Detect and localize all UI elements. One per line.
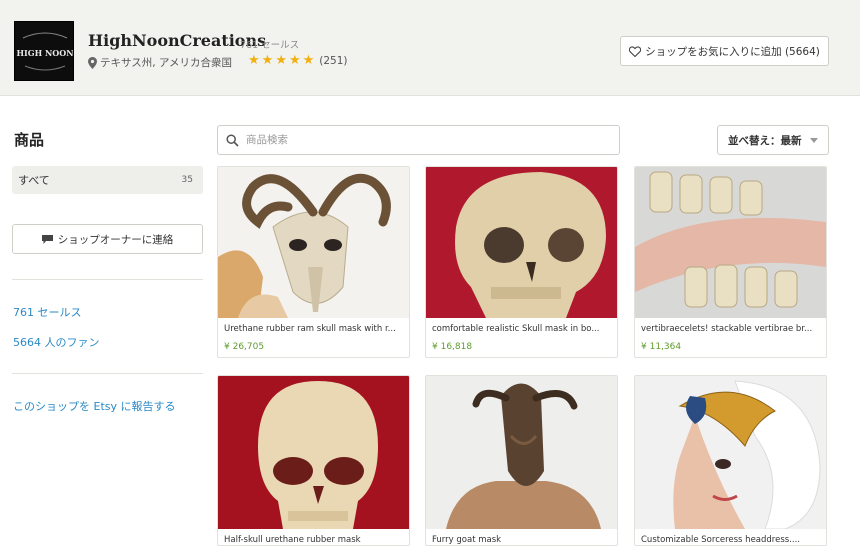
- svg-text:HIGH NOON: HIGH NOON: [16, 48, 73, 58]
- shop-logo-image: HIGH NOON: [15, 22, 73, 80]
- divider: [12, 373, 203, 374]
- report-shop-link[interactable]: このショップを Etsy に報告する: [13, 398, 176, 414]
- favorite-shop-button[interactable]: ショップをお気に入りに追加 (5664): [620, 36, 829, 66]
- section-title: 商品: [14, 131, 45, 149]
- listing-image[interactable]: [218, 167, 409, 318]
- listing-image[interactable]: [635, 167, 826, 318]
- pin-icon: [88, 56, 97, 69]
- listing-card[interactable]: Half-skull urethane rubber mask: [217, 375, 410, 546]
- sort-label: 並べ替え：最新: [728, 134, 802, 147]
- listing-title[interactable]: Half-skull urethane rubber mask: [224, 535, 406, 545]
- sort-select[interactable]: 並べ替え：最新: [717, 125, 829, 155]
- listing-title[interactable]: comfortable realistic Skull mask in bo..…: [432, 324, 614, 334]
- listing-image[interactable]: [635, 376, 826, 529]
- category-all-count: 35: [181, 175, 193, 185]
- listing-image[interactable]: [426, 167, 617, 318]
- listing-title[interactable]: Urethane rubber ram skull mask with r...: [224, 324, 406, 334]
- message-icon: [41, 234, 53, 244]
- search-icon: [226, 133, 239, 147]
- chevron-down-icon: [810, 137, 818, 143]
- listing-card[interactable]: Customizable Sorceress headdress....: [634, 375, 827, 546]
- search-input[interactable]: [246, 134, 606, 146]
- listing-image[interactable]: [218, 376, 409, 529]
- star-icon: ★: [248, 53, 260, 68]
- shop-location: テキサス州, アメリカ合衆国: [88, 55, 232, 70]
- listing-price: ¥ 16,818: [432, 342, 473, 352]
- contact-owner-button[interactable]: ショップオーナーに連絡: [12, 224, 203, 254]
- listing-price: ¥ 26,705: [224, 342, 265, 352]
- heart-icon: [629, 45, 642, 57]
- listing-title[interactable]: vertibraecelets! stackable vertibrae br.…: [641, 324, 823, 334]
- star-icon: ★: [275, 53, 287, 68]
- fans-link[interactable]: 5664 人のファン: [13, 334, 100, 350]
- sales-link[interactable]: 761 セールス: [13, 304, 82, 320]
- divider: [12, 279, 203, 280]
- listing-title[interactable]: Furry goat mask: [432, 535, 614, 545]
- shop-sales-count: 761 セールス: [240, 40, 300, 51]
- listing-title[interactable]: Customizable Sorceress headdress....: [641, 535, 823, 545]
- star-icon: ★: [302, 53, 315, 68]
- listing-card[interactable]: vertibraecelets! stackable vertibrae br.…: [634, 166, 827, 358]
- favorite-shop-label: ショップをお気に入りに追加 (5664): [645, 45, 820, 58]
- shop-header: HIGH NOON HighNoonCreations 761 セールス テキサ…: [0, 0, 860, 96]
- review-count: (251): [319, 55, 348, 67]
- listing-card[interactable]: Furry goat mask: [425, 375, 618, 546]
- category-all[interactable]: すべて 35: [12, 166, 203, 194]
- category-all-label: すべて: [18, 174, 50, 187]
- search-box[interactable]: [217, 125, 620, 155]
- listing-card[interactable]: comfortable realistic Skull mask in bo..…: [425, 166, 618, 358]
- listing-price: ¥ 11,364: [641, 342, 682, 352]
- listing-card[interactable]: Urethane rubber ram skull mask with r...…: [217, 166, 410, 358]
- contact-owner-label: ショップオーナーに連絡: [57, 233, 174, 246]
- shop-logo[interactable]: HIGH NOON: [14, 21, 74, 81]
- shop-rating[interactable]: ★ ★ ★ ★ ★ (251): [248, 53, 348, 69]
- shop-location-text: テキサス州, アメリカ合衆国: [100, 57, 232, 69]
- listing-image[interactable]: [426, 376, 617, 529]
- star-icon: ★: [288, 53, 301, 68]
- star-icon: ★: [261, 53, 274, 68]
